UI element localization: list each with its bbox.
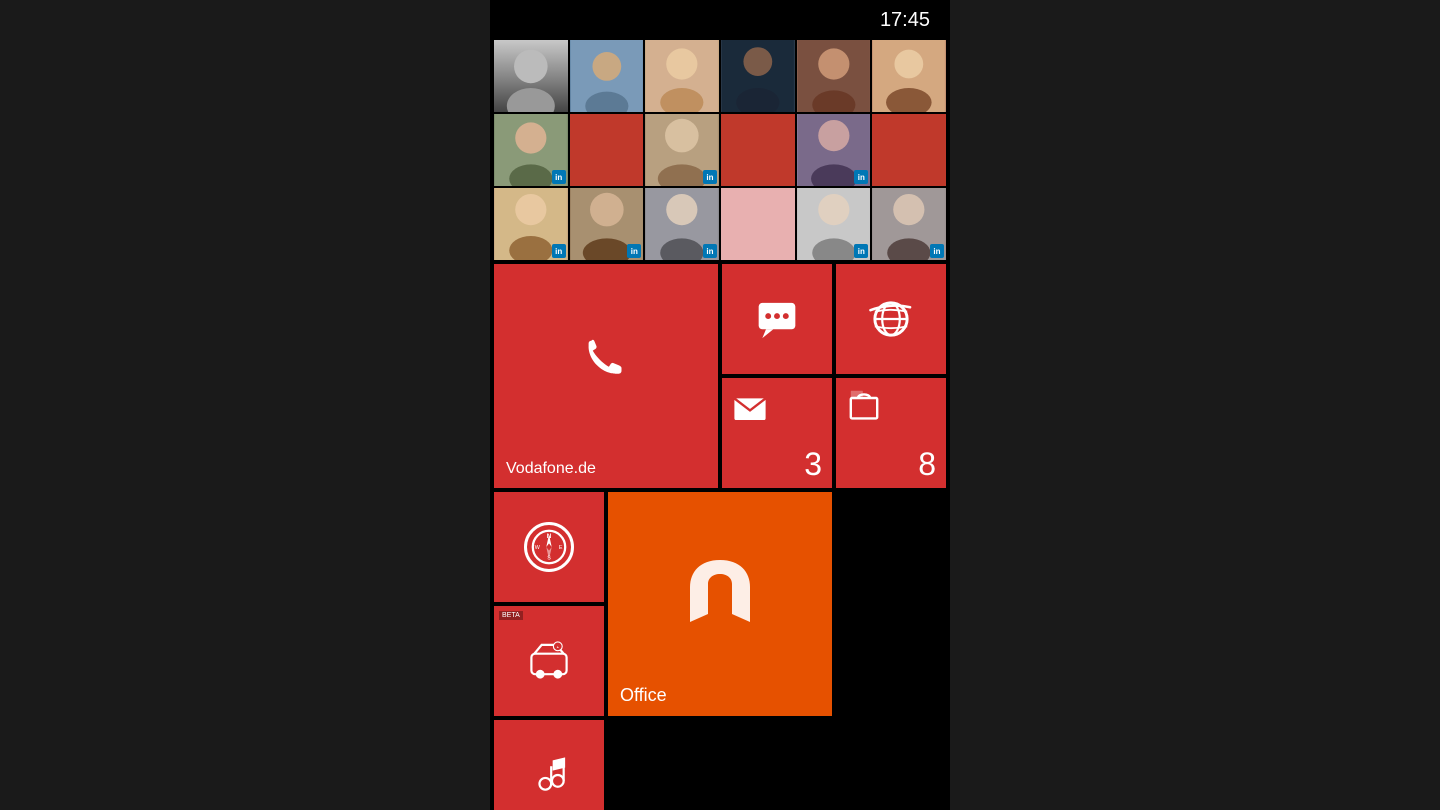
time-display: 17:45 <box>880 9 930 32</box>
person-cell[interactable]: in <box>797 188 871 260</box>
phone-tile-label: Vodafone.de <box>506 460 596 478</box>
right-column: 3 8 <box>722 264 946 488</box>
svg-text:+: + <box>557 646 559 650</box>
person-cell-red[interactable] <box>721 114 795 186</box>
drive-icon: + <box>527 639 571 683</box>
phone-screen: 17:45 <box>490 0 950 810</box>
linkedin-badge: in <box>930 244 944 258</box>
person-cell[interactable]: in <box>645 188 719 260</box>
person-cell-pink[interactable] <box>721 188 795 260</box>
beta-badge: BETA <box>499 611 523 620</box>
left-small-tiles: N S W E <box>494 492 604 716</box>
linkedin-badge: in <box>854 170 868 184</box>
linkedin-badge: in <box>627 244 641 258</box>
tile-row-2: N S W E <box>494 492 946 716</box>
person-cell[interactable] <box>494 40 568 112</box>
office-tile[interactable]: Office <box>608 492 832 716</box>
person-cell-red[interactable] <box>570 114 644 186</box>
office-icon <box>680 552 760 632</box>
top-right-tiles <box>722 264 946 374</box>
compass-tile[interactable]: N S W E <box>494 492 604 602</box>
messaging-tile[interactable] <box>722 264 832 374</box>
person-cell-red[interactable] <box>872 114 946 186</box>
person-cell[interactable] <box>797 40 871 112</box>
svg-text:W: W <box>535 545 541 551</box>
spacer <box>608 720 612 810</box>
person-cell[interactable] <box>872 40 946 112</box>
bottom-right-tiles: 3 8 <box>722 378 946 488</box>
person-cell[interactable]: in <box>872 188 946 260</box>
person-cell[interactable]: in <box>797 114 871 186</box>
phone-tile[interactable]: Vodafone.de <box>494 264 718 488</box>
person-cell[interactable] <box>570 40 644 112</box>
person-cell[interactable] <box>721 40 795 112</box>
person-cell[interactable] <box>645 40 719 112</box>
email-tile[interactable]: 3 <box>722 378 832 488</box>
store-icon <box>846 386 882 422</box>
music-tiles <box>494 720 604 810</box>
ie-icon <box>869 297 913 341</box>
email-icon <box>732 390 768 426</box>
email-badge: 3 <box>804 446 822 483</box>
linkedin-badge: in <box>703 170 717 184</box>
music-icon <box>527 753 571 797</box>
compass-icon: N S W E <box>524 522 574 572</box>
person-cell[interactable]: in <box>494 114 568 186</box>
linkedin-badge: in <box>552 244 566 258</box>
linkedin-badge: in <box>854 244 868 258</box>
ie-tile[interactable] <box>836 264 946 374</box>
home-screen: in in in in in in <box>490 40 950 810</box>
music-tile[interactable] <box>494 720 604 810</box>
linkedin-badge: in <box>552 170 566 184</box>
person-cell[interactable]: in <box>570 188 644 260</box>
person-cell[interactable]: in <box>494 188 568 260</box>
phone-icon <box>576 331 636 391</box>
people-tile[interactable]: in in in in in in <box>494 40 946 260</box>
tile-row-1: Vodafone.de <box>494 264 946 488</box>
status-bar: 17:45 <box>490 0 950 40</box>
linkedin-badge: in <box>703 244 717 258</box>
svg-text:E: E <box>559 545 563 551</box>
messaging-icon <box>755 297 799 341</box>
store-badge: 8 <box>918 446 936 483</box>
office-tile-label: Office <box>620 685 667 706</box>
person-cell[interactable]: in <box>645 114 719 186</box>
tile-row-3 <box>494 720 946 810</box>
store-tile[interactable]: 8 <box>836 378 946 488</box>
drive-tile[interactable]: + BETA <box>494 606 604 716</box>
